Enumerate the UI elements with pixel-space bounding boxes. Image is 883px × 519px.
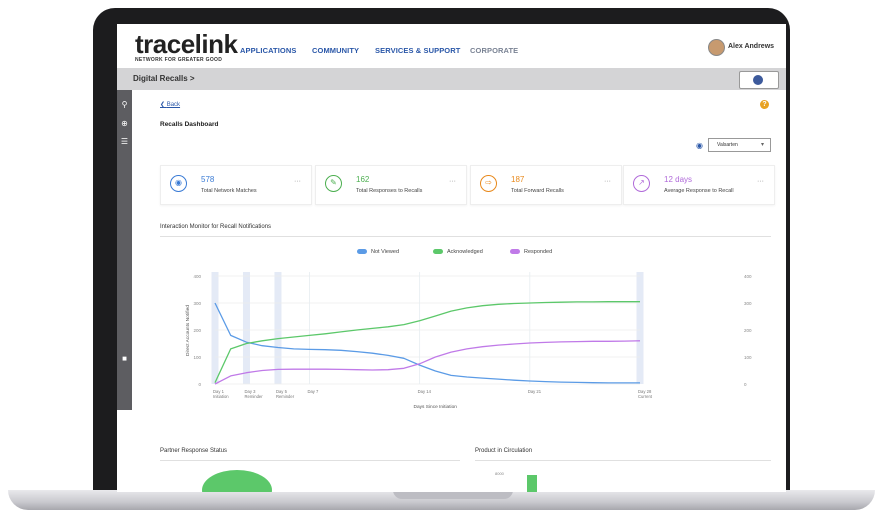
stat-label: Total Forward Recalls bbox=[511, 188, 564, 194]
x-tick-sublabel: Reminder bbox=[244, 394, 263, 399]
x-tick-sublabel: Reminder bbox=[276, 394, 295, 399]
back-link[interactable]: ❮ Back bbox=[160, 101, 180, 108]
partner-donut bbox=[202, 470, 272, 492]
product-select[interactable]: Valsarten ▾ bbox=[708, 138, 771, 152]
nav-corporate[interactable]: CORPORATE bbox=[470, 46, 518, 55]
divider bbox=[475, 460, 771, 461]
stat-value: 162 bbox=[356, 175, 370, 184]
y-tick-label-right: 300 bbox=[744, 301, 752, 306]
product-bar bbox=[527, 475, 537, 492]
help-icon[interactable]: ? bbox=[760, 100, 769, 109]
partner-title: Partner Response Status bbox=[160, 448, 228, 454]
app-screen: tracelink NETWORK FOR GREATER GOOD APPLI… bbox=[117, 24, 786, 492]
more-icon[interactable]: ··· bbox=[449, 178, 456, 185]
y-tick-label-right: 100 bbox=[744, 355, 752, 360]
nav-community[interactable]: COMMUNITY bbox=[312, 46, 359, 55]
y-tick-label-right: 0 bbox=[744, 382, 747, 387]
more-icon[interactable]: ··· bbox=[294, 178, 301, 185]
avatar[interactable] bbox=[708, 39, 725, 56]
legend-responded[interactable]: Responded bbox=[524, 249, 552, 255]
stat-label: Average Response to Recall bbox=[664, 188, 734, 194]
sidebar: ⚲ ⊕ ☰ ■ bbox=[117, 90, 132, 410]
y-tick-label: 300 bbox=[193, 301, 201, 306]
x-tick-label: Day 14 bbox=[418, 389, 432, 394]
trend-icon: ↗ bbox=[633, 175, 650, 192]
highlight-band bbox=[274, 272, 282, 384]
filter-icon[interactable]: ☰ bbox=[120, 137, 129, 146]
x-tick-label: Day 21 bbox=[528, 389, 542, 394]
legend-swatch-acknowledged bbox=[433, 249, 443, 254]
y-tick-label-right: 400 bbox=[744, 274, 752, 279]
x-tick-sublabel: Initiation bbox=[213, 394, 229, 399]
y-tick-label-right: 200 bbox=[744, 328, 752, 333]
x-tick-label: Day 7 bbox=[307, 389, 319, 394]
nav-services-support[interactable]: SERVICES & SUPPORT bbox=[375, 46, 460, 55]
user-name[interactable]: Alex Andrews bbox=[728, 43, 774, 50]
product-title: Product in Circulation bbox=[475, 448, 533, 454]
chevron-down-icon: ▾ bbox=[761, 142, 765, 148]
top-nav: tracelink NETWORK FOR GREATER GOOD APPLI… bbox=[117, 24, 786, 68]
stat-value: 578 bbox=[201, 175, 215, 184]
stat-card-forward-recalls[interactable]: ⇨ 187 Total Forward Recalls ··· bbox=[470, 165, 622, 205]
divider bbox=[160, 460, 460, 461]
stat-label: Total Responses to Recalls bbox=[356, 188, 423, 194]
people-icon: ◉ bbox=[170, 175, 187, 192]
more-icon[interactable]: ··· bbox=[604, 178, 611, 185]
legend-swatch-responded bbox=[510, 249, 520, 254]
nav-applications[interactable]: APPLICATIONS bbox=[240, 46, 296, 55]
y-tick-label: 100 bbox=[193, 355, 201, 360]
search-icon[interactable]: ⚲ bbox=[120, 100, 129, 109]
pencil-icon: ✎ bbox=[325, 175, 342, 192]
add-icon[interactable]: ⊕ bbox=[120, 119, 129, 128]
legend-acknowledged[interactable]: Acknowledged bbox=[447, 249, 483, 255]
interaction-line-chart: 0 0100 100200 200300 300400 400Day 1Initiatio… bbox=[185, 272, 752, 410]
divider bbox=[160, 236, 771, 237]
more-icon[interactable]: ··· bbox=[757, 178, 764, 185]
stat-card-network-matches[interactable]: ◉ 578 Total Network Matches ··· bbox=[160, 165, 312, 205]
highlight-band bbox=[636, 272, 644, 384]
globe-icon bbox=[753, 75, 763, 85]
x-axis-label: Days Since Initiation bbox=[414, 404, 458, 410]
stat-value: 12 days bbox=[664, 175, 693, 184]
eye-icon[interactable]: ◉ bbox=[696, 141, 703, 150]
forward-icon: ⇨ bbox=[480, 175, 497, 192]
brand-tagline: NETWORK FOR GREATER GOOD bbox=[135, 57, 223, 63]
highlight-band bbox=[211, 272, 219, 384]
stat-card-avg-response[interactable]: ↗ 12 days Average Response to Recall ··· bbox=[623, 165, 775, 205]
product-select-value: Valsarten bbox=[717, 142, 738, 148]
y-axis-label: Direct Accounts Notified bbox=[185, 305, 191, 356]
brand-logo[interactable]: tracelink bbox=[135, 29, 238, 60]
legend-swatch-not-viewed bbox=[357, 249, 367, 254]
breadcrumb[interactable]: Digital Recalls > bbox=[133, 74, 195, 83]
x-tick-sublabel: Current bbox=[638, 394, 653, 399]
stat-card-responses[interactable]: ✎ 162 Total Responses to Recalls ··· bbox=[315, 165, 467, 205]
product-axis-tick: 8000 bbox=[495, 471, 504, 476]
back-label: Back bbox=[166, 102, 181, 108]
stat-label: Total Network Matches bbox=[201, 188, 257, 194]
y-tick-label: 400 bbox=[193, 274, 201, 279]
chat-icon[interactable]: ■ bbox=[120, 354, 129, 363]
breadcrumb-bar: Digital Recalls > bbox=[117, 68, 786, 90]
region-button[interactable] bbox=[739, 71, 779, 89]
monitor-title: Interaction Monitor for Recall Notificat… bbox=[160, 224, 272, 230]
page-title: Recalls Dashboard bbox=[160, 121, 219, 128]
stat-value: 187 bbox=[511, 175, 525, 184]
y-tick-label: 200 bbox=[193, 328, 201, 333]
y-tick-label: 0 bbox=[198, 382, 201, 387]
legend-not-viewed[interactable]: Not Viewed bbox=[371, 249, 399, 255]
highlight-band bbox=[242, 272, 250, 384]
